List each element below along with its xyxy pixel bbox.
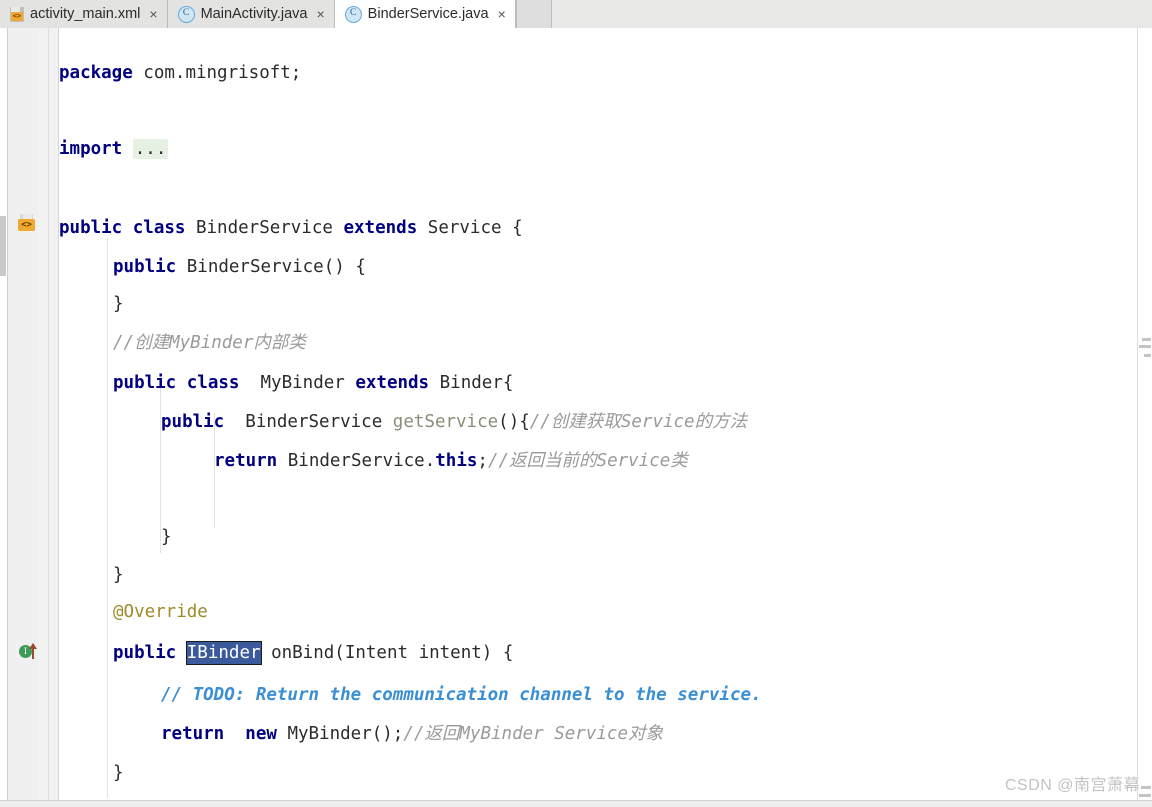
java-class-icon: C	[177, 5, 195, 23]
code-line-15: @Override	[113, 593, 1152, 631]
error-stripe-scrollbar[interactable]	[1137, 28, 1152, 807]
folded-imports-placeholder[interactable]: ...	[132, 139, 169, 159]
editor-left-strip	[0, 28, 8, 807]
fold-gutter[interactable]	[38, 28, 93, 807]
token-keyword: public class	[113, 373, 240, 393]
token-comment: //返回当前的Service类	[487, 451, 688, 471]
token-type: MyBinder	[239, 373, 356, 393]
code-line-17: // TODO: Return the communication channe…	[161, 676, 1152, 714]
token-plain: (){	[498, 412, 530, 432]
code-line-10: public BinderService getService(){//创建获取…	[161, 403, 1152, 441]
token-plain: MyBinder();	[276, 724, 404, 744]
token-method-name: getService	[392, 412, 499, 432]
token-comment: //返回MyBinder Service对象	[403, 724, 663, 744]
code-line-18: return new MyBinder();//返回MyBinder Servi…	[161, 715, 1152, 753]
selected-token-ibinder[interactable]: IBinder	[185, 641, 262, 665]
xml-chip-glyph: <>	[11, 11, 23, 21]
close-icon[interactable]: ×	[316, 7, 324, 21]
code-line-6: public BinderService() {	[113, 248, 1152, 286]
token-keyword: return	[161, 724, 225, 744]
token-plain: ;	[477, 451, 488, 471]
code-line-3: import ...	[59, 130, 1152, 168]
token-plain: BinderService.	[277, 451, 436, 471]
code-editor[interactable]: <> I ●	[0, 28, 1152, 807]
token-keyword: return	[214, 451, 278, 471]
code-line-14: }	[113, 556, 1152, 594]
code-line-5: public class BinderService extends Servi…	[59, 209, 1152, 247]
indent-guide-1	[107, 238, 108, 798]
token-todo-comment: // TODO: Return the communication channe…	[161, 685, 762, 705]
token-keyword: extends	[355, 373, 430, 393]
fold-guide-line	[48, 28, 49, 807]
token-keyword: extends	[343, 218, 418, 238]
stripe-marker[interactable]	[1141, 786, 1151, 789]
token-keyword: this	[435, 451, 478, 471]
tab-label: activity_main.xml	[30, 5, 141, 22]
editor-bottom-bar	[0, 800, 1152, 807]
token-keyword: public	[113, 257, 177, 277]
token-brace: }	[113, 565, 124, 585]
code-line-11: return BinderService.this;//返回当前的Service…	[214, 442, 1152, 480]
close-icon[interactable]: ×	[498, 7, 506, 21]
token-plain: Service {	[417, 218, 523, 238]
token-type: BinderService	[224, 412, 393, 432]
class-icon-glyph: <>	[18, 219, 35, 231]
tab-binder-service-java[interactable]: C BinderService.java ×	[334, 0, 516, 29]
tab-activity-main-xml[interactable]: <> activity_main.xml ×	[0, 0, 168, 28]
tab-main-activity-java[interactable]: C MainActivity.java ×	[167, 0, 335, 28]
token-comment: //创建MyBinder内部类	[113, 333, 306, 353]
tab-label: BinderService.java	[367, 5, 489, 22]
editor-window: <> activity_main.xml × C MainActivity.ja…	[0, 0, 1152, 807]
token-keyword: public	[113, 643, 187, 663]
token-plain: com.mingrisoft;	[132, 63, 302, 83]
token-keyword: new	[245, 724, 277, 744]
code-line-13: }	[161, 518, 1152, 556]
code-line-19: }	[113, 754, 1152, 792]
token-keyword: public class	[59, 218, 186, 238]
code-text-area[interactable]: package com.mingrisoft; import ... publi…	[59, 28, 1152, 807]
token-annotation: @Override	[113, 602, 208, 622]
stripe-marker[interactable]	[1142, 338, 1151, 341]
token-keyword: import	[59, 139, 123, 159]
token-brace: }	[161, 527, 172, 547]
token-plain: onBind(Intent intent) {	[260, 643, 514, 663]
csdn-watermark: CSDN @南宫萧幕	[1004, 777, 1140, 794]
token-plain: BinderService() {	[176, 257, 366, 277]
token-type: BinderService	[185, 218, 344, 238]
token-keyword: public	[161, 412, 225, 432]
token-keyword: package	[59, 63, 133, 83]
xml-file-icon: <>	[10, 6, 24, 22]
stripe-marker[interactable]	[1144, 354, 1151, 357]
scroll-thumb-left[interactable]	[0, 216, 6, 276]
close-icon[interactable]: ×	[149, 7, 157, 21]
code-line-16: public IBinder onBind(Intent intent) {	[113, 634, 1152, 672]
editor-tab-bar: <> activity_main.xml × C MainActivity.ja…	[0, 0, 1152, 29]
code-line-8: //创建MyBinder内部类	[113, 324, 1152, 362]
token-brace: }	[113, 763, 124, 783]
tab-overflow-area[interactable]	[515, 0, 552, 28]
java-class-icon: C	[344, 5, 362, 23]
token-comment: //创建获取Service的方法	[529, 412, 748, 432]
code-line-7: }	[113, 285, 1152, 323]
tab-bar-filler	[551, 0, 1152, 28]
tab-label: MainActivity.java	[200, 5, 308, 22]
icon-gutter[interactable]: <> I	[8, 28, 38, 807]
code-line-1: package com.mingrisoft;	[59, 54, 1152, 92]
token-brace: }	[113, 294, 124, 314]
token-plain: Binder{	[429, 373, 514, 393]
stripe-marker[interactable]	[1139, 345, 1151, 348]
code-line-9: public class MyBinder extends Binder{	[113, 364, 1152, 402]
class-gutter-icon[interactable]: <>	[18, 214, 38, 232]
stripe-marker[interactable]	[1139, 794, 1151, 797]
